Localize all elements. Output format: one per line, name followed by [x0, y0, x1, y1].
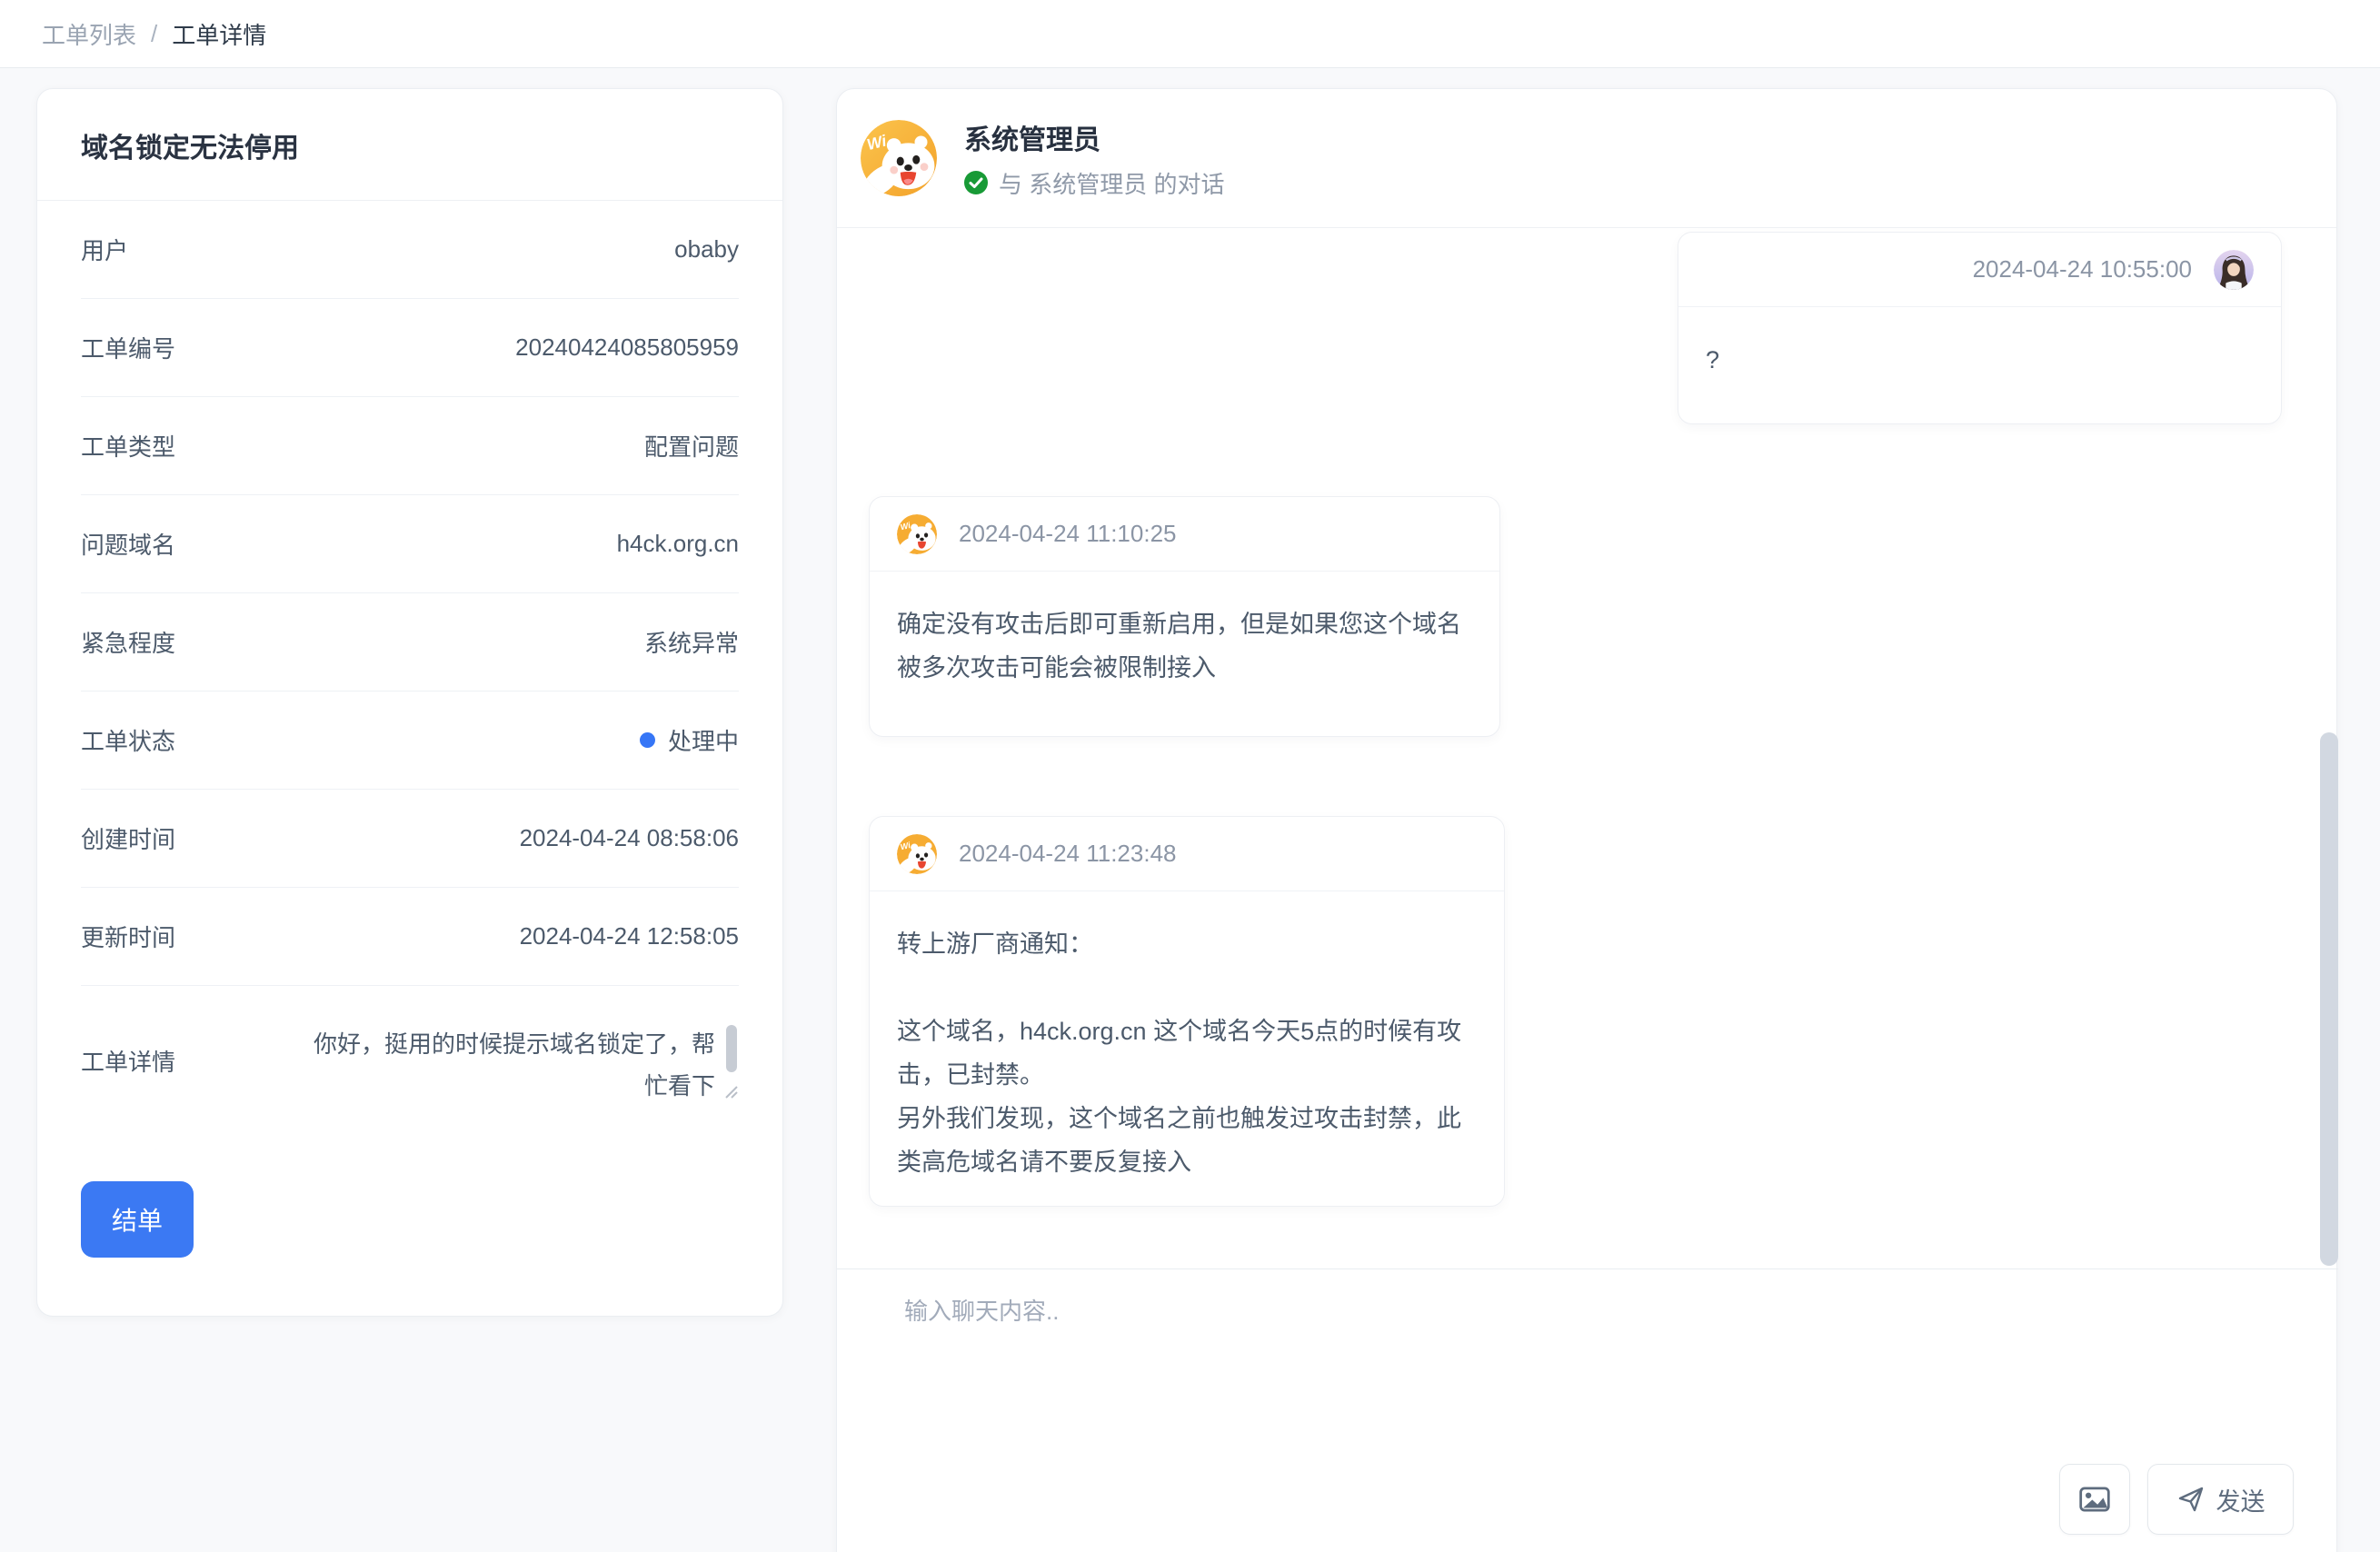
chat-toolbar: 发送: [2059, 1464, 2294, 1535]
ticket-detail-textarea[interactable]: [312, 1023, 739, 1099]
breadcrumb-ticket-list-link[interactable]: 工单列表: [42, 17, 136, 51]
admin-name: 系统管理员: [964, 117, 1224, 157]
mascot-bear-icon: Wi: [897, 834, 937, 874]
chat-subtitle: 与 系统管理员 的对话: [964, 166, 1224, 200]
status-dot-icon: [640, 732, 655, 748]
field-row-ticket-type: 工单类型 配置问题: [81, 397, 739, 495]
close-ticket-button[interactable]: 结单: [81, 1181, 194, 1258]
field-value: obaby: [674, 235, 739, 264]
ticket-actions: 结单: [37, 1136, 782, 1258]
message-time: 2024-04-24 10:55:00: [1973, 255, 2192, 284]
field-value: 2024-04-24 08:58:06: [520, 824, 739, 852]
chat-header: Wi 系统管理员: [837, 89, 2336, 228]
field-label: 问题域名: [81, 527, 175, 561]
message-header: 2024-04-24 10:55:00: [1678, 233, 2281, 307]
field-label: 工单详情: [81, 1044, 175, 1078]
mascot-bear-icon: Wi: [861, 120, 937, 196]
online-check-icon: [964, 171, 988, 194]
breadcrumb-separator: /: [151, 20, 157, 48]
image-icon: [2077, 1482, 2112, 1517]
upload-image-button[interactable]: [2059, 1464, 2130, 1535]
message-text: 转上游厂商通知： 这个域名，h4ck.org.cn 这个域名今天5点的时候有攻击…: [870, 891, 1504, 1215]
chat-messages: 2024-04-24 10:55:00: [837, 228, 2338, 1268]
admin-avatar: Wi: [861, 120, 937, 196]
ticket-detail-text[interactable]: [312, 1023, 739, 1099]
user-avatar: [2214, 250, 2254, 290]
mascot-bear-icon: Wi: [897, 514, 937, 554]
field-value: 配置问题: [644, 429, 739, 463]
field-value: 系统异常: [644, 625, 739, 659]
girl-avatar-icon: [2214, 250, 2254, 290]
ticket-detail-page: 工单列表 / 工单详情 域名锁定无法停用 用户 obaby 工单编号 20240…: [0, 0, 2380, 1552]
ticket-title: 域名锁定无法停用: [37, 89, 782, 201]
message-header: Wi 2024-04-24 11:23:48: [870, 817, 1504, 891]
message-text: 确定没有攻击后即可重新启用，但是如果您这个域名被多次攻击可能会被限制接入: [870, 572, 1499, 721]
send-button[interactable]: 发送: [2147, 1464, 2294, 1535]
chat-card: Wi 系统管理员: [836, 88, 2337, 1552]
admin-avatar-small: Wi: [897, 834, 937, 874]
field-label: 工单类型: [81, 429, 175, 463]
field-value: 2024-04-24 12:58:05: [520, 922, 739, 950]
field-row-created-at: 创建时间 2024-04-24 08:58:06: [81, 790, 739, 888]
chat-subtitle-text: 与 系统管理员 的对话: [999, 166, 1224, 200]
field-row-ticket-id: 工单编号 20240424085805959: [81, 299, 739, 397]
status-text: 处理中: [668, 723, 739, 757]
field-row-status: 工单状态 处理中: [81, 691, 739, 790]
field-label: 创建时间: [81, 821, 175, 855]
chat-scrollbar-thumb[interactable]: [2320, 732, 2338, 1266]
field-row-detail: 工单详情: [81, 986, 739, 1136]
message-user: 2024-04-24 10:55:00: [1678, 232, 2282, 424]
textarea-scrollbar-thumb[interactable]: [726, 1025, 737, 1072]
ticket-info-card: 域名锁定无法停用 用户 obaby 工单编号 20240424085805959…: [36, 88, 783, 1317]
status-value: 处理中: [640, 723, 739, 757]
field-label: 更新时间: [81, 920, 175, 953]
breadcrumb: 工单列表 / 工单详情: [0, 0, 2380, 68]
admin-avatar-small: Wi: [897, 514, 937, 554]
field-label: 工单状态: [81, 723, 175, 757]
message-admin-1: Wi 2024-04-24 11:10:25 确定没有攻击后即可重新启用，但是如…: [869, 496, 1500, 737]
field-row-urgency: 紧急程度 系统异常: [81, 593, 739, 691]
field-row-user: 用户 obaby: [81, 201, 739, 299]
field-label: 紧急程度: [81, 625, 175, 659]
field-label: 用户: [81, 233, 128, 266]
chat-header-text: 系统管理员 与 系统管理员 的对话: [964, 117, 1224, 200]
textarea-resize-handle[interactable]: [722, 1083, 739, 1099]
field-value: 20240424085805959: [515, 333, 739, 362]
ticket-fields: 用户 obaby 工单编号 20240424085805959 工单类型 配置问…: [81, 201, 739, 1136]
breadcrumb-current: 工单详情: [172, 17, 266, 51]
message-time: 2024-04-24 11:10:25: [959, 520, 1177, 548]
message-header: Wi 2024-04-24 11:10:25: [870, 497, 1499, 572]
field-value: h4ck.org.cn: [617, 530, 739, 558]
message-time: 2024-04-24 11:23:48: [959, 840, 1177, 868]
message-admin-2: Wi 2024-04-24 11:23:48 转上游厂商通知： 这个域名，h4c…: [869, 816, 1505, 1207]
send-button-label: 发送: [2216, 1482, 2265, 1517]
send-plane-icon: [2176, 1485, 2206, 1514]
field-label: 工单编号: [81, 331, 175, 364]
field-row-updated-at: 更新时间 2024-04-24 12:58:05: [81, 888, 739, 986]
message-text: ?: [1678, 307, 2281, 413]
field-row-domain: 问题域名 h4ck.org.cn: [81, 495, 739, 593]
